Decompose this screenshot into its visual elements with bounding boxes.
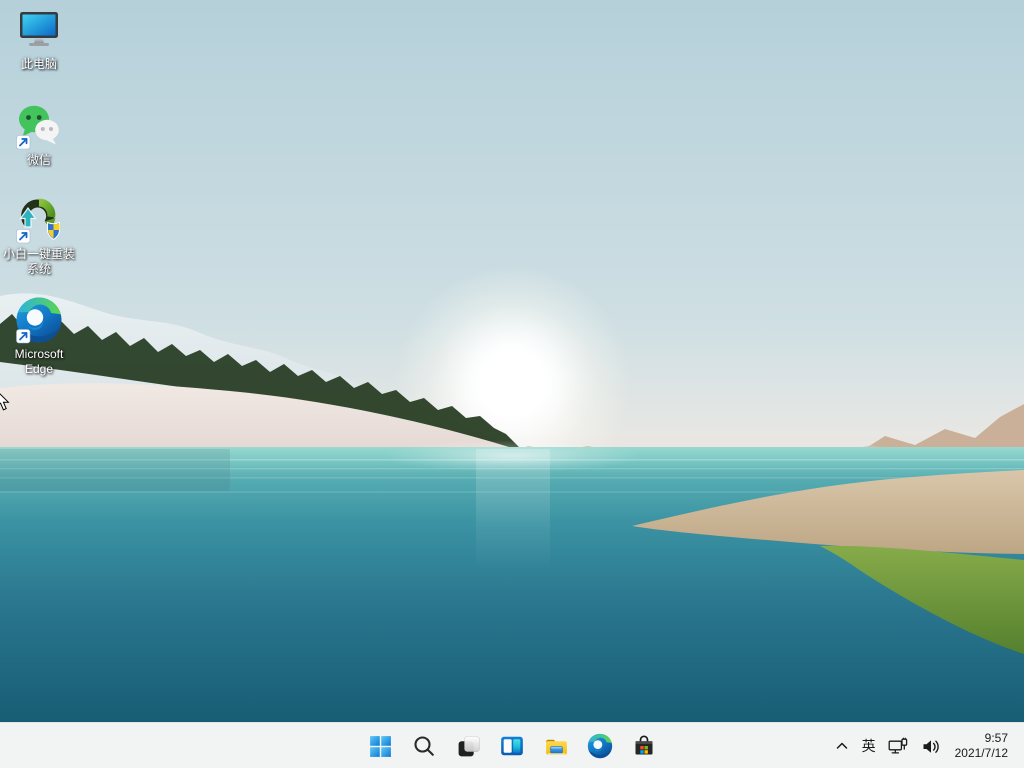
widgets-button[interactable]: [492, 726, 532, 766]
desktop-icon-label: 微信: [1, 153, 77, 168]
hidden-icons-button[interactable]: [828, 726, 856, 766]
edge-icon: [587, 733, 613, 759]
network-button[interactable]: [882, 726, 915, 766]
search-button[interactable]: [404, 726, 444, 766]
microsoft-store-button[interactable]: [624, 726, 664, 766]
task-view-icon: [456, 734, 481, 759]
clock[interactable]: 9:57 2021/7/12: [947, 726, 1012, 766]
ethernet-network-icon: [888, 737, 909, 756]
desktop[interactable]: 此电脑: [0, 0, 1024, 722]
clock-date: 2021/7/12: [955, 746, 1008, 761]
taskbar-center-icons: [360, 723, 664, 769]
edge-button[interactable]: [580, 726, 620, 766]
shortcut-arrow-badge: [17, 230, 31, 244]
folder-icon: [543, 733, 570, 760]
volume-button[interactable]: [915, 726, 947, 766]
desktop-icon-label: Microsoft Edge: [1, 347, 77, 377]
desktop-icon-this-pc[interactable]: 此电脑: [1, 6, 77, 72]
shortcut-arrow-badge: [17, 330, 31, 344]
xiaobai-reinstall-icon: [15, 196, 63, 244]
desktop-icon-label: 此电脑: [1, 57, 77, 72]
start-button[interactable]: [360, 726, 400, 766]
desktop-icon-wechat[interactable]: 微信: [1, 102, 77, 168]
chevron-up-icon: [834, 738, 850, 754]
shortcut-arrow-badge: [17, 136, 31, 150]
widgets-icon: [499, 733, 525, 759]
desktop-icon-edge[interactable]: Microsoft Edge: [1, 296, 77, 377]
system-tray: 英 9:57: [828, 723, 1024, 769]
screen: 此电脑: [0, 0, 1024, 768]
file-explorer-button[interactable]: [536, 726, 576, 766]
this-pc-icon: [15, 6, 63, 54]
task-view-button[interactable]: [448, 726, 488, 766]
edge-icon: [15, 296, 63, 344]
taskbar: 英 9:57: [0, 722, 1024, 768]
speaker-icon: [921, 737, 941, 756]
microsoft-store-icon: [631, 733, 657, 759]
ime-indicator[interactable]: 英: [856, 726, 882, 766]
windows-start-icon: [368, 734, 393, 759]
wallpaper: [0, 0, 1024, 722]
desktop-icon-xiaobai[interactable]: 小白一键重装系统: [1, 196, 77, 277]
wechat-icon: [15, 102, 63, 150]
desktop-icon-label: 小白一键重装系统: [1, 247, 77, 277]
clock-time: 9:57: [985, 731, 1008, 746]
search-icon: [412, 734, 436, 758]
